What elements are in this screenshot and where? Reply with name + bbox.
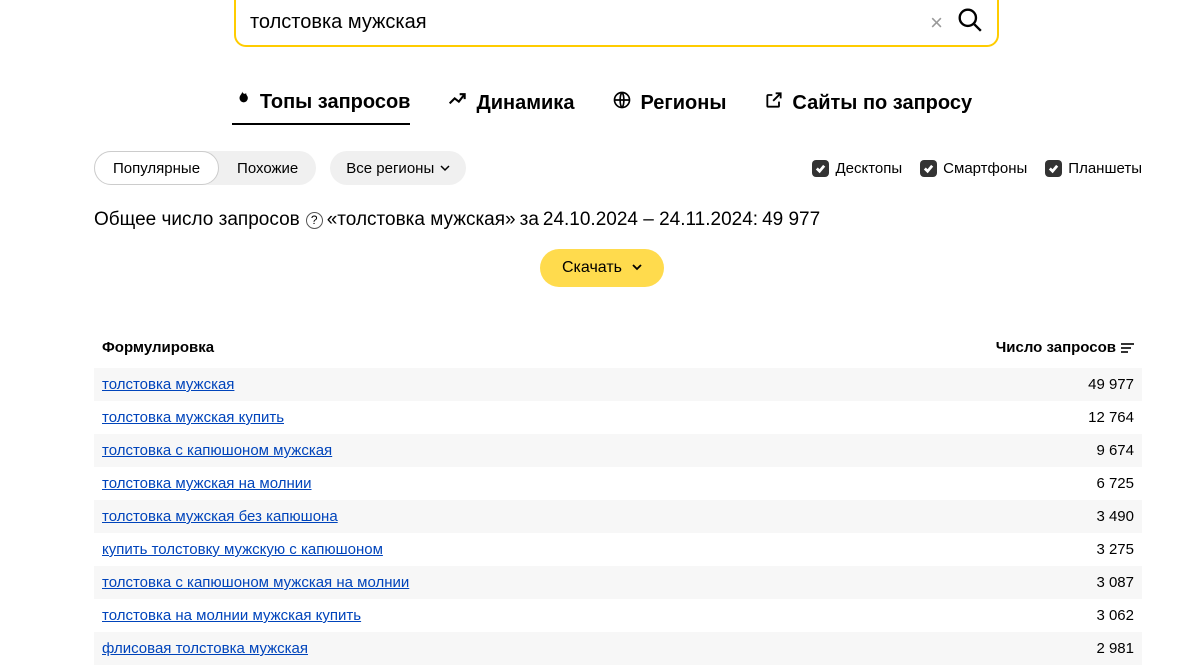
row-count: 3 087 — [1096, 574, 1134, 591]
tab-tops[interactable]: Топы запросов — [232, 89, 411, 125]
table-row: толстовка мужская без капюшона 3 490 — [94, 500, 1142, 533]
region-selector[interactable]: Все регионы — [330, 151, 466, 185]
table-row: толстовка с капюшоном мужская 9 674 — [94, 434, 1142, 467]
segment-similar[interactable]: Похожие — [219, 151, 316, 185]
phrase-link[interactable]: толстовка мужская — [102, 376, 234, 393]
download-label: Скачать — [562, 259, 622, 277]
phrase-link[interactable]: толстовка мужская без капюшона — [102, 508, 338, 525]
phrase-link[interactable]: толстовка мужская купить — [102, 409, 284, 426]
trend-icon — [448, 90, 468, 116]
segment-popular[interactable]: Популярные — [94, 151, 219, 185]
checkbox-icon — [812, 160, 829, 177]
row-count: 12 764 — [1088, 409, 1134, 426]
external-link-icon — [764, 90, 784, 116]
row-count: 3 275 — [1096, 541, 1134, 558]
query-type-segment: Популярные Похожие — [94, 151, 316, 185]
table-row: флисовая толстовка мужская 2 981 — [94, 632, 1142, 665]
search-input[interactable] — [250, 11, 916, 34]
summary-query: «толстовка мужская» — [327, 209, 516, 231]
checkbox-desktop[interactable]: Десктопы — [812, 160, 902, 177]
device-filters: Десктопы Смартфоны Планшеты — [812, 160, 1142, 177]
checkbox-icon — [920, 160, 937, 177]
checkbox-label: Десктопы — [835, 160, 902, 177]
clear-icon[interactable]: × — [926, 10, 947, 36]
column-count-label: Число запросов — [996, 339, 1116, 356]
fire-icon — [232, 89, 252, 115]
tab-label: Регионы — [640, 92, 726, 115]
download-button[interactable]: Скачать — [540, 249, 664, 287]
checkbox-label: Планшеты — [1068, 160, 1142, 177]
phrase-link[interactable]: толстовка с капюшоном мужская — [102, 442, 332, 459]
checkbox-label: Смартфоны — [943, 160, 1027, 177]
phrase-link[interactable]: толстовка с капюшоном мужская на молнии — [102, 574, 409, 591]
table-row: толстовка на молнии мужская купить 3 062 — [94, 599, 1142, 632]
search-icon[interactable] — [957, 7, 983, 38]
results-table: Формулировка Число запросов толстовка му… — [94, 339, 1142, 665]
checkbox-smartphones[interactable]: Смартфоны — [920, 160, 1027, 177]
tab-label: Динамика — [476, 92, 574, 115]
tab-regions[interactable]: Регионы — [612, 89, 726, 125]
row-count: 3 062 — [1096, 607, 1134, 624]
row-count: 3 490 — [1096, 508, 1134, 525]
summary-daterange: 24.10.2024 – 24.11.2024: — [543, 209, 758, 231]
summary-za: за — [520, 209, 539, 231]
phrase-link[interactable]: флисовая толстовка мужская — [102, 640, 308, 657]
phrase-link[interactable]: толстовка на молнии мужская купить — [102, 607, 361, 624]
table-row: толстовка мужская купить 12 764 — [94, 401, 1142, 434]
tab-label: Топы запросов — [260, 91, 411, 114]
row-count: 49 977 — [1088, 376, 1134, 393]
chevron-down-icon — [632, 259, 642, 277]
sort-desc-icon — [1121, 343, 1134, 353]
tabs: Топы запросов Динамика Регионы Сайты по … — [0, 89, 1204, 125]
checkbox-tablets[interactable]: Планшеты — [1045, 160, 1142, 177]
table-row: толстовка с капюшоном мужская на молнии 3… — [94, 566, 1142, 599]
table-row: толстовка мужская на молнии 6 725 — [94, 467, 1142, 500]
row-count: 6 725 — [1096, 475, 1134, 492]
tab-dynamics[interactable]: Динамика — [448, 89, 574, 125]
table-row: толстовка мужская 49 977 — [94, 368, 1142, 401]
globe-icon — [612, 90, 632, 116]
search-box: × — [234, 0, 999, 47]
checkbox-icon — [1045, 160, 1062, 177]
chevron-down-icon — [440, 160, 450, 177]
tab-label: Сайты по запросу — [792, 92, 972, 115]
table-row: купить толстовку мужскую с капюшоном 3 27… — [94, 533, 1142, 566]
column-phrase: Формулировка — [102, 339, 214, 356]
tab-sites[interactable]: Сайты по запросу — [764, 89, 972, 125]
column-count[interactable]: Число запросов — [996, 339, 1134, 356]
region-label: Все регионы — [346, 160, 434, 177]
row-count: 2 981 — [1096, 640, 1134, 657]
row-count: 9 674 — [1096, 442, 1134, 459]
help-icon[interactable]: ? — [306, 212, 323, 229]
summary-line: Общее число запросов ? «толстовка мужска… — [94, 209, 1142, 231]
phrase-link[interactable]: купить толстовку мужскую с капюшоном — [102, 541, 383, 558]
summary-prefix: Общее число запросов — [94, 209, 300, 231]
phrase-link[interactable]: толстовка мужская на молнии — [102, 475, 312, 492]
summary-total: 49 977 — [762, 209, 820, 231]
